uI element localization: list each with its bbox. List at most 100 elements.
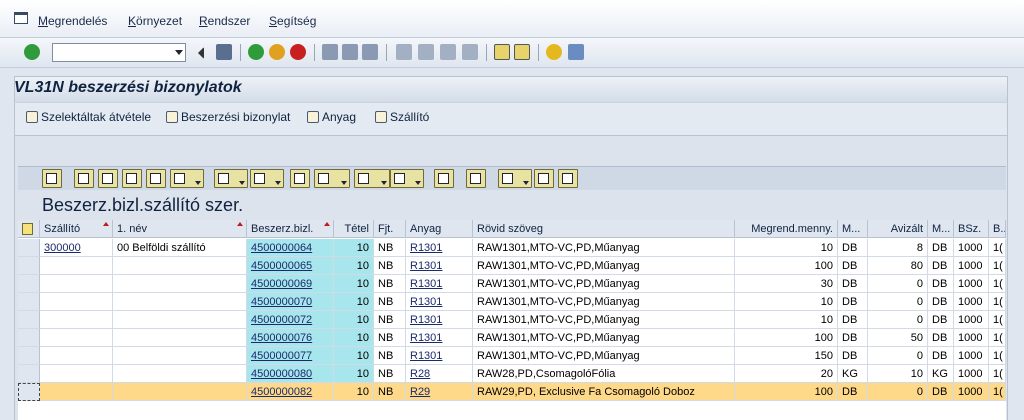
col-header-unit2[interactable]: M... xyxy=(928,220,954,238)
cell-vendor[interactable] xyxy=(40,293,113,311)
chevron-down-icon[interactable] xyxy=(175,50,183,55)
help-icon[interactable] xyxy=(546,44,562,60)
nav-back-icon[interactable] xyxy=(248,44,264,60)
cell-vendor[interactable] xyxy=(40,311,113,329)
print-preview-button[interactable] xyxy=(290,169,310,188)
menu-megrendeles[interactable]: Megrendelés xyxy=(38,14,107,28)
purchase-doc-button[interactable]: Beszerzési bizonylat xyxy=(166,110,290,124)
row-selector[interactable] xyxy=(18,239,40,257)
layout-menu-button[interactable] xyxy=(390,169,424,188)
cell-material[interactable]: R1301 xyxy=(406,329,473,347)
find-next-icon[interactable] xyxy=(362,44,378,60)
cell-po[interactable]: 4500000069 xyxy=(247,275,334,293)
cell-vendor[interactable] xyxy=(40,257,113,275)
system-menu-icon[interactable] xyxy=(14,12,28,24)
cell-po[interactable]: 4500000077 xyxy=(247,347,334,365)
col-header-advised[interactable]: Avizált xyxy=(868,220,928,238)
col-header-short-text[interactable]: Rövid szöveg xyxy=(473,220,735,238)
row-selector[interactable] xyxy=(18,293,40,311)
row-selector[interactable] xyxy=(18,347,40,365)
table-row[interactable]: 4500000065 10 NB R1301 RAW1301,MTO-VC,PD,Műa… xyxy=(18,257,1006,275)
cell-material[interactable]: R1301 xyxy=(406,311,473,329)
cell-material[interactable]: R1301 xyxy=(406,275,473,293)
next-page-icon[interactable] xyxy=(440,44,456,60)
graphic-button[interactable] xyxy=(434,169,454,188)
col-header-b[interactable]: B... xyxy=(989,220,1006,238)
cell-po[interactable]: 4500000072 xyxy=(247,311,334,329)
cell-vendor[interactable] xyxy=(40,365,113,383)
sort-asc-button[interactable] xyxy=(74,169,94,188)
menu-segitseg[interactable]: Segítség xyxy=(269,14,316,28)
select-all-icon[interactable] xyxy=(22,223,33,235)
print-icon[interactable] xyxy=(322,44,338,60)
sum-button[interactable] xyxy=(214,169,248,188)
info-button[interactable] xyxy=(466,169,486,188)
prev-page-icon[interactable] xyxy=(418,44,434,60)
vendor-button[interactable]: Szállító xyxy=(375,110,429,124)
new-session-icon[interactable] xyxy=(494,44,510,60)
cell-vendor[interactable] xyxy=(40,275,113,293)
cell-vendor[interactable]: 300000 xyxy=(40,239,113,257)
col-header-name[interactable]: 1. név xyxy=(113,220,247,238)
find-next-list-button[interactable] xyxy=(146,169,166,188)
cell-vendor[interactable] xyxy=(40,347,113,365)
first-page-icon[interactable] xyxy=(396,44,412,60)
table-row[interactable]: 4500000069 10 NB R1301 RAW1301,MTO-VC,PD,Műa… xyxy=(18,275,1006,293)
table-row[interactable]: 4500000076 10 NB R1301 RAW1301,MTO-VC,PD,Műa… xyxy=(18,329,1006,347)
table-row[interactable]: 4500000077 10 NB R1301 RAW1301,MTO-VC,PD,Műa… xyxy=(18,347,1006,365)
cell-po[interactable]: 4500000065 xyxy=(247,257,334,275)
col-header-order-qty[interactable]: Megrend.menny. xyxy=(735,220,838,238)
cell-material[interactable]: R29 xyxy=(406,383,473,401)
last-page-icon[interactable] xyxy=(462,44,478,60)
table-row[interactable]: 4500000072 10 NB R1301 RAW1301,MTO-VC,PD,Műa… xyxy=(18,311,1006,329)
find-icon[interactable] xyxy=(342,44,358,60)
row-selector[interactable] xyxy=(18,383,40,401)
select-layout-button[interactable] xyxy=(534,169,554,188)
sort-desc-button[interactable] xyxy=(98,169,118,188)
exit-icon[interactable] xyxy=(269,44,285,60)
cell-material[interactable]: R1301 xyxy=(406,239,473,257)
subtotal-button[interactable] xyxy=(250,169,284,188)
select-all-cell[interactable] xyxy=(18,220,40,238)
row-selector[interactable] xyxy=(18,365,40,383)
col-header-material[interactable]: Anyag xyxy=(406,220,473,238)
table-row[interactable]: 4500000080 10 NB R28 RAW28,PD,CsomagolóFólia… xyxy=(18,365,1006,383)
views-button[interactable] xyxy=(314,169,350,188)
row-selector[interactable] xyxy=(18,257,40,275)
row-selector[interactable] xyxy=(18,311,40,329)
menu-rendszer[interactable]: Rendszer xyxy=(199,14,250,28)
adopt-selected-button[interactable]: Szelektáltak átvétele xyxy=(26,110,151,124)
col-header-plant[interactable]: BSz. xyxy=(954,220,989,238)
export-button[interactable] xyxy=(354,169,390,188)
cancel-icon[interactable] xyxy=(290,44,306,60)
find-list-button[interactable] xyxy=(122,169,142,188)
col-header-po[interactable]: Beszerz.bizl. xyxy=(247,220,334,238)
col-header-item[interactable]: Tétel xyxy=(334,220,374,238)
cell-vendor[interactable] xyxy=(40,383,113,401)
cell-po[interactable]: 4500000076 xyxy=(247,329,334,347)
col-header-unit[interactable]: M... xyxy=(838,220,868,238)
enter-icon[interactable] xyxy=(24,44,40,60)
col-header-doctype[interactable]: Fjt. xyxy=(374,220,406,238)
save-layout-button[interactable] xyxy=(558,169,578,188)
back-icon[interactable] xyxy=(196,47,204,59)
table-row[interactable]: 300000 00 Belföldi szállító 4500000064 10 NB… xyxy=(18,239,1006,257)
save-icon[interactable] xyxy=(216,44,232,60)
change-layout-button[interactable] xyxy=(498,169,532,188)
cell-vendor[interactable] xyxy=(40,329,113,347)
row-selector[interactable] xyxy=(18,275,40,293)
details-button[interactable] xyxy=(42,169,62,188)
shortcut-icon[interactable] xyxy=(514,44,530,60)
cell-material[interactable]: R1301 xyxy=(406,293,473,311)
cell-po[interactable]: 4500000080 xyxy=(247,365,334,383)
cell-po[interactable]: 4500000064 xyxy=(247,239,334,257)
row-selector[interactable] xyxy=(18,329,40,347)
table-row[interactable]: 4500000082 10 NB R29 RAW29,PD, Exclusive Fa … xyxy=(18,383,1006,401)
col-header-vendor[interactable]: Szállító xyxy=(40,220,113,238)
cell-material[interactable]: R1301 xyxy=(406,257,473,275)
table-row[interactable]: 4500000070 10 NB R1301 RAW1301,MTO-VC,PD,Műa… xyxy=(18,293,1006,311)
command-field[interactable] xyxy=(52,43,186,62)
cell-po[interactable]: 4500000070 xyxy=(247,293,334,311)
cell-material[interactable]: R1301 xyxy=(406,347,473,365)
cell-material[interactable]: R28 xyxy=(406,365,473,383)
